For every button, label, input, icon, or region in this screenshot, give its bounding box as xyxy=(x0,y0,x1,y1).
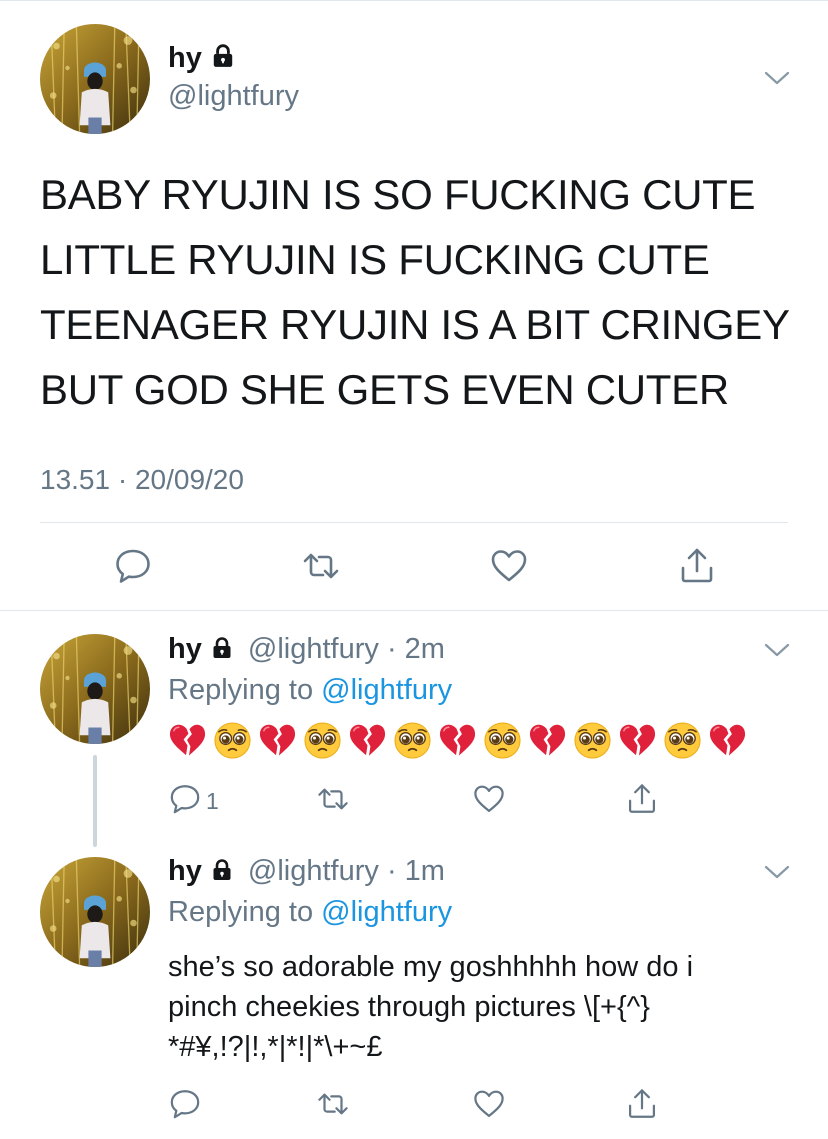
chevron-down-icon[interactable] xyxy=(764,864,790,880)
reply-icon[interactable] xyxy=(113,546,153,586)
chevron-down-icon[interactable] xyxy=(764,642,790,658)
mention-link[interactable]: @lightfury xyxy=(321,674,452,706)
divider xyxy=(40,522,788,523)
broken-heart-emoji xyxy=(438,721,477,760)
chevron-down-icon[interactable] xyxy=(764,70,790,86)
pleading-face-emoji xyxy=(573,721,612,760)
tweet-text: BABY RYUJIN IS SO FUCKING CUTE LITTLE RY… xyxy=(40,162,810,422)
tweet-line: LITTLE RYUJIN IS FUCKING CUTE xyxy=(40,236,710,283)
retweet-icon[interactable] xyxy=(316,782,350,816)
display-name[interactable]: hy xyxy=(168,633,202,665)
reply-time[interactable]: · 2m xyxy=(387,633,445,665)
display-name-text: hy xyxy=(168,42,202,74)
reply-line: pinch cheekies through pictures \[+{^} xyxy=(168,991,650,1023)
tweet-line: BUT GOD SHE GETS EVEN CUTER xyxy=(40,366,729,413)
pleading-face-emoji xyxy=(393,721,432,760)
emoji-text xyxy=(168,721,747,760)
reply-text: she’s so adorable my goshhhhh how do i p… xyxy=(168,947,808,1067)
pleading-face-emoji xyxy=(303,721,342,760)
tweet-timestamp[interactable]: 13.51 · 20/09/20 xyxy=(40,464,244,496)
broken-heart-emoji xyxy=(348,721,387,760)
reply-icon[interactable] xyxy=(168,1087,202,1121)
lock-icon xyxy=(210,857,234,890)
avatar[interactable] xyxy=(40,24,150,134)
user-handle[interactable]: @lightfury xyxy=(168,80,299,113)
broken-heart-emoji xyxy=(708,721,747,760)
reply-count: 1 xyxy=(206,788,219,814)
lock-icon xyxy=(210,635,234,668)
replying-to: Replying to @lightfury xyxy=(168,674,452,707)
share-icon[interactable] xyxy=(677,546,717,586)
lock-icon xyxy=(210,43,236,77)
pleading-face-emoji xyxy=(663,721,702,760)
pleading-face-emoji xyxy=(213,721,252,760)
broken-heart-emoji xyxy=(258,721,297,760)
broken-heart-emoji xyxy=(618,721,657,760)
pleading-face-emoji xyxy=(483,721,522,760)
reply-header: hy @lightfury · 1m xyxy=(168,855,445,890)
retweet-icon[interactable] xyxy=(316,1087,350,1121)
like-icon[interactable] xyxy=(472,782,506,816)
mention-link[interactable]: @lightfury xyxy=(321,896,452,928)
reply-avatar[interactable] xyxy=(40,634,150,744)
top-divider xyxy=(0,0,828,1)
reply-line: she’s so adorable my goshhhhh how do i xyxy=(168,951,694,983)
like-icon[interactable] xyxy=(472,1087,506,1121)
display-name[interactable]: hy xyxy=(168,42,236,77)
tweet-line: BABY RYUJIN IS SO FUCKING CUTE xyxy=(40,171,756,218)
reply-icon[interactable] xyxy=(168,782,202,816)
thread-line xyxy=(93,755,97,847)
section-divider xyxy=(0,610,828,611)
broken-heart-emoji xyxy=(528,721,567,760)
like-icon[interactable] xyxy=(489,546,529,586)
share-icon[interactable] xyxy=(625,782,659,816)
reply-line: *#¥,!?|!,*|*!|*\+~£ xyxy=(168,1031,383,1063)
user-handle[interactable]: @lightfury xyxy=(248,633,379,665)
replying-to-label: Replying to xyxy=(168,674,322,706)
reply-avatar[interactable] xyxy=(40,857,150,967)
replying-to: Replying to @lightfury xyxy=(168,896,452,929)
reply-time[interactable]: · 1m xyxy=(387,855,445,887)
user-handle[interactable]: @lightfury xyxy=(248,855,379,887)
reply-header: hy @lightfury · 2m xyxy=(168,633,445,668)
retweet-icon[interactable] xyxy=(301,546,341,586)
share-icon[interactable] xyxy=(625,1087,659,1121)
replying-to-label: Replying to xyxy=(168,896,322,928)
broken-heart-emoji xyxy=(168,721,207,760)
tweet-line: TEENAGER RYUJIN IS A BIT CRINGEY xyxy=(40,301,790,348)
display-name[interactable]: hy xyxy=(168,855,202,887)
